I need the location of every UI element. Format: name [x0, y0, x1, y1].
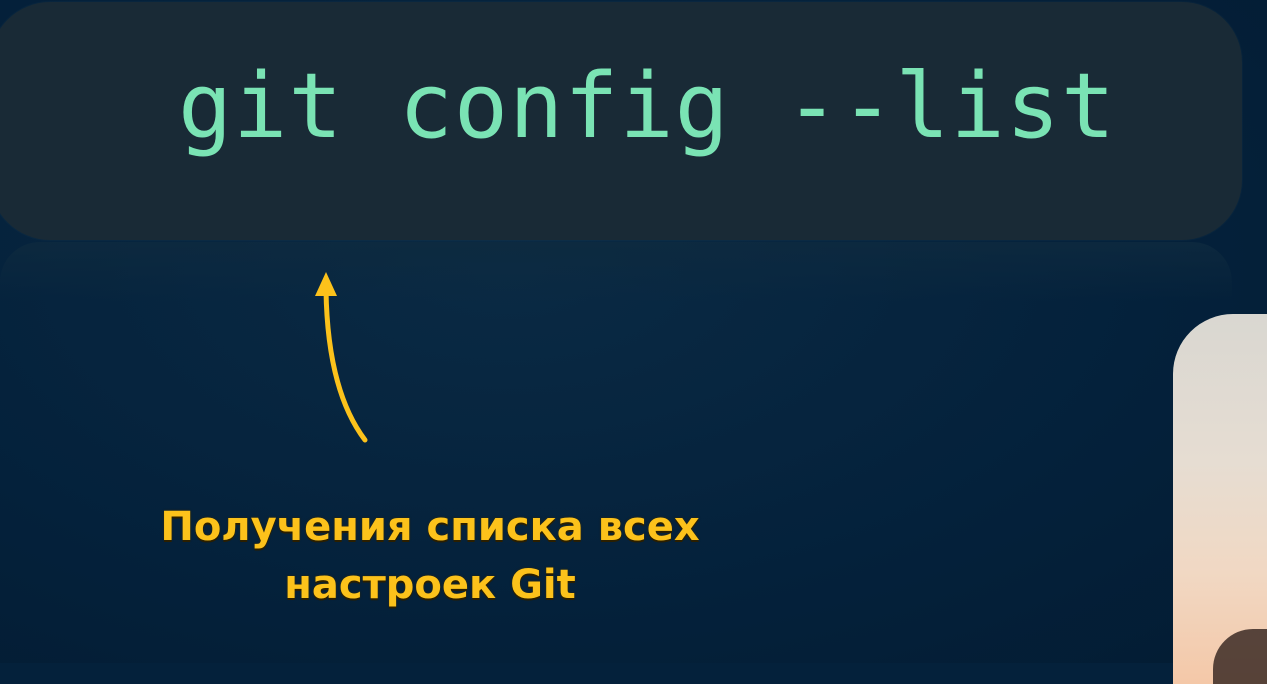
command-text: git config --list	[178, 54, 1117, 159]
caption-line-1: Получения списка всех	[160, 504, 700, 550]
slide-background: git config --list Получения списка всех …	[0, 0, 1267, 684]
presenter-video-frame	[1173, 314, 1267, 684]
card-reflection	[0, 242, 1232, 302]
annotation-caption: Получения списка всех настроек Git	[110, 498, 750, 614]
presenter-silhouette	[1213, 629, 1267, 684]
caption-line-2: настроек Git	[284, 562, 576, 608]
up-arrow-icon	[315, 272, 368, 443]
